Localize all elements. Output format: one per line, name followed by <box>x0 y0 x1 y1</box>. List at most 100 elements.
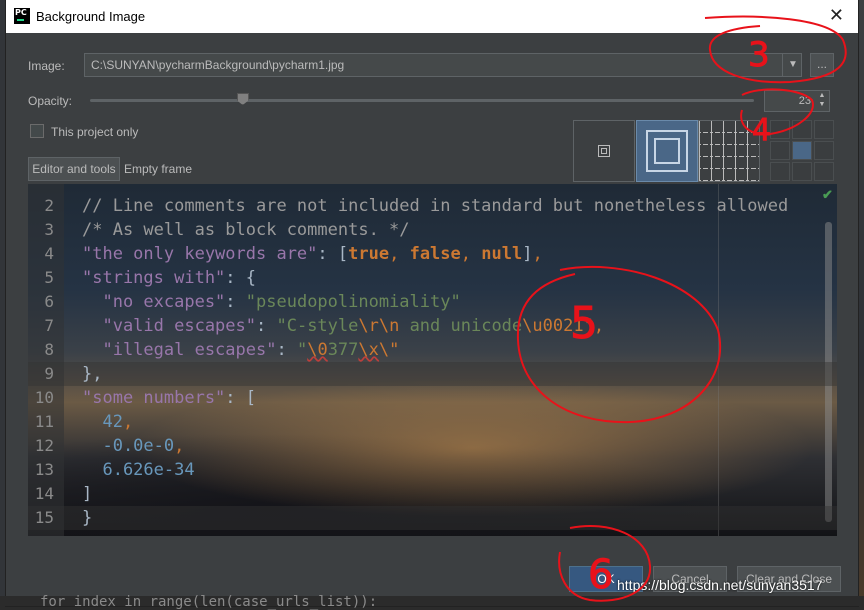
code-token: // Line comments are not included in sta… <box>82 196 789 216</box>
code-token: : [ <box>225 388 257 408</box>
code-text: "illegal escapes": "\0377\x\" <box>82 338 399 362</box>
code-line: 5 "strings with": { <box>28 266 837 290</box>
code-token: " <box>296 340 308 360</box>
browse-button[interactable]: ... <box>810 53 834 77</box>
line-number: 14 <box>34 484 54 503</box>
watermark-text: https://blog.csdn.net/sunyan3517 <box>617 577 823 593</box>
line-number: 13 <box>34 460 54 479</box>
code-line: 12 -0.0e-0, <box>28 434 837 458</box>
code-line: 4 "the only keywords are": [true, false, … <box>28 242 837 266</box>
code-token: \0 <box>307 340 328 360</box>
code-text: 6.626e-34 <box>82 458 195 482</box>
code-token: "the only keywords are" <box>82 244 318 264</box>
image-path-combo[interactable]: C:\SUNYAN\pycharmBackground\pycharm1.jpg <box>84 53 802 77</box>
code-token: "pseudopolinomiality" <box>245 292 461 312</box>
code-token: : <box>225 292 246 312</box>
code-token: null <box>481 244 523 264</box>
code-token: "illegal escapes" <box>82 340 277 360</box>
chevron-down-icon[interactable]: ▼ <box>782 54 803 76</box>
code-token: ] <box>82 484 93 504</box>
anchor-cell[interactable] <box>792 120 812 139</box>
code-line: 9}, <box>28 362 837 386</box>
this-project-only-checkbox[interactable] <box>30 124 44 138</box>
code-token: , <box>174 436 185 456</box>
background-code-line: for index in range(len(case_urls_list)): <box>40 594 378 610</box>
code-token: : <box>276 340 297 360</box>
code-text: } <box>82 506 92 530</box>
fill-center-icon[interactable] <box>573 120 635 182</box>
code-token: "some numbers" <box>82 388 226 408</box>
code-text: "the only keywords are": [true, false, n… <box>82 242 543 266</box>
code-token: "strings with" <box>82 268 226 288</box>
code-token: 6.626e-34 <box>82 460 195 480</box>
code-token: ] <box>522 244 533 264</box>
code-text: // Line comments are not included in sta… <box>82 194 788 218</box>
code-token: , <box>122 412 134 432</box>
code-token: : <box>256 316 277 336</box>
anchor-cell[interactable] <box>792 162 812 181</box>
anchor-cell-selected[interactable] <box>792 141 812 160</box>
code-token: "no excapes" <box>82 292 226 312</box>
code-text: "no excapes": "pseudopolinomiality" <box>82 290 461 314</box>
code-line: 10 "some numbers": [ <box>28 386 837 410</box>
line-number: 12 <box>34 436 54 455</box>
line-number: 2 <box>44 196 54 215</box>
code-token: -0.0e-0 <box>82 436 175 456</box>
code-token: , <box>593 316 605 336</box>
fill-tile-icon[interactable] <box>698 120 760 182</box>
window-title: Background Image <box>36 9 146 24</box>
line-number: 9 <box>44 364 54 383</box>
code-line: 3 /* As well as block comments. */ <box>28 218 837 242</box>
close-icon[interactable]: ✕ <box>829 5 844 26</box>
code-line: 7 "valid escapes": "C-style\r\n and unic… <box>28 314 837 338</box>
code-text: 42, <box>82 410 133 434</box>
background-image-dialog: PC Background Image ✕ Image: C:\SUNYAN\p… <box>6 0 858 606</box>
code-line: 11 42, <box>28 410 837 434</box>
code-token: 42 <box>82 412 123 432</box>
anchor-cell[interactable] <box>770 120 790 139</box>
code-text: "strings with": { <box>82 266 256 290</box>
code-token: and unicode <box>399 316 523 336</box>
code-token: "valid escapes" <box>82 316 256 336</box>
pycharm-logo-icon: PC <box>14 8 30 24</box>
line-number: 8 <box>44 340 54 359</box>
fill-scale-icon[interactable] <box>636 120 698 182</box>
code-text: /* As well as block comments. */ <box>82 218 410 242</box>
code-token: , <box>389 244 410 264</box>
code-line: 2 // Line comments are not included in st… <box>28 194 837 218</box>
code-text: "valid escapes": "C-style\r\n and unicod… <box>82 314 604 338</box>
code-token: \u0021 <box>522 316 584 336</box>
code-text: -0.0e-0, <box>82 434 184 458</box>
code-token: \" <box>378 340 400 360</box>
code-token: \r\n <box>358 316 400 336</box>
title-bar: PC Background Image ✕ <box>6 0 858 33</box>
code-token: false <box>409 244 461 264</box>
anchor-cell[interactable] <box>770 162 790 181</box>
code-text: ] <box>82 482 92 506</box>
code-line: 14] <box>28 482 837 506</box>
code-token: }, <box>82 364 103 384</box>
code-token: " <box>583 316 594 336</box>
anchor-cell[interactable] <box>814 120 834 139</box>
line-number: 4 <box>44 244 54 263</box>
anchor-cell[interactable] <box>814 141 834 160</box>
anchor-cell[interactable] <box>770 141 790 160</box>
anchor-cell[interactable] <box>814 162 834 181</box>
code-text: }, <box>82 362 102 386</box>
tab-editor-and-tools[interactable]: Editor and tools <box>28 157 120 181</box>
anchor-grid[interactable] <box>770 120 834 182</box>
code-token: , <box>532 244 543 264</box>
code-line: 15} <box>28 506 837 530</box>
image-label: Image: <box>28 59 65 73</box>
code-token: } <box>82 508 93 528</box>
line-number: 3 <box>44 220 54 239</box>
opacity-slider-thumb[interactable] <box>236 93 249 105</box>
code-line: 13 6.626e-34 <box>28 458 837 482</box>
code-line: 8 "illegal escapes": "\0377\x\" <box>28 338 837 362</box>
code-token: /* As well as block comments. */ <box>82 220 410 240</box>
opacity-slider[interactable] <box>90 99 754 102</box>
code-token: : <box>317 244 338 264</box>
tab-empty-frame[interactable]: Empty frame <box>124 162 192 176</box>
spinner-arrows-icon[interactable]: ▲ ▼ <box>816 91 828 111</box>
line-number: 6 <box>44 292 54 311</box>
